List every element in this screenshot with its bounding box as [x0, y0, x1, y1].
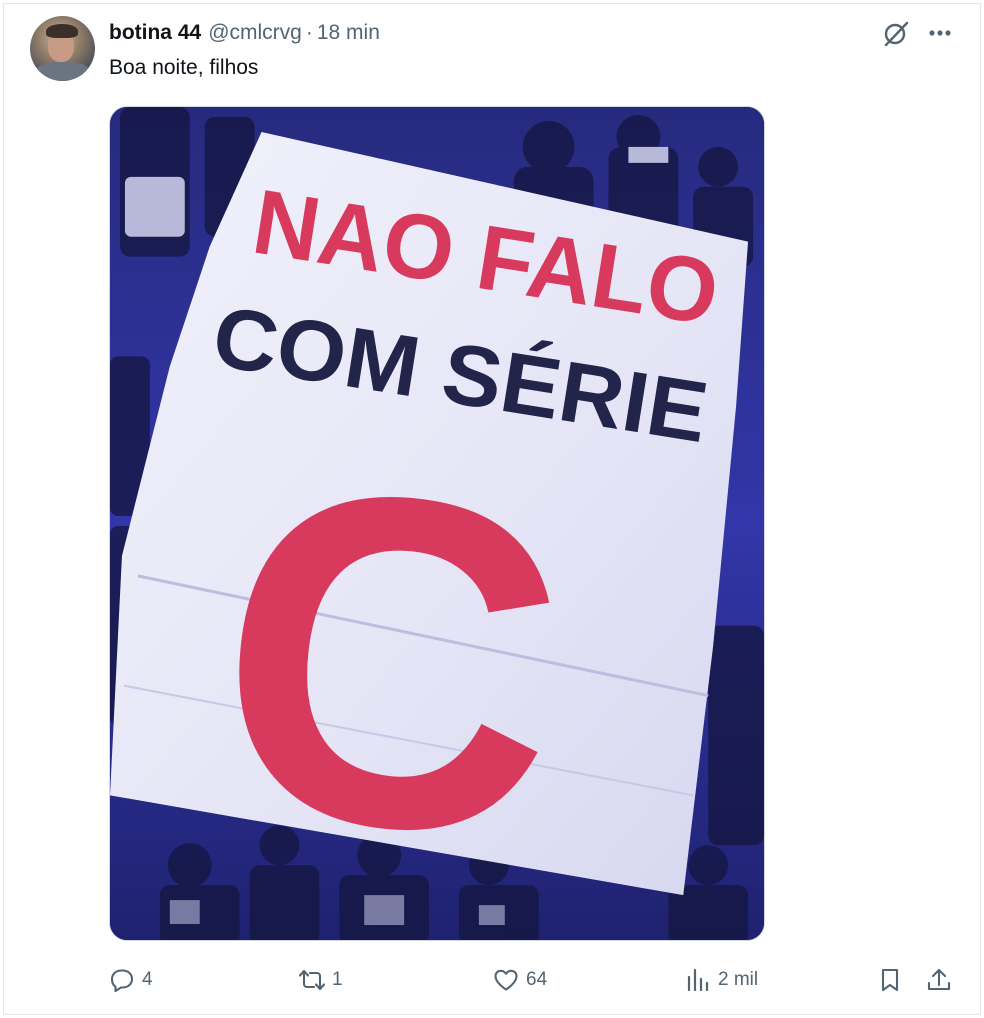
heart-icon [494, 969, 518, 991]
reply-button[interactable]: 4 [108, 962, 153, 998]
tweet-actions-bar: 4 1 64 2 mil [0, 962, 984, 998]
analytics-icon [687, 968, 709, 992]
author-handle[interactable]: @cmlcrvg [208, 21, 302, 45]
share-button[interactable] [925, 962, 953, 998]
grok-icon[interactable] [880, 18, 912, 48]
avatar[interactable] [30, 16, 95, 81]
repost-icon [298, 969, 326, 991]
repost-button[interactable]: 1 [298, 962, 343, 998]
avatar-shirt [34, 62, 92, 81]
repost-count: 1 [332, 969, 343, 990]
author-name[interactable]: botina 44 [109, 21, 201, 45]
share-icon [927, 968, 951, 991]
bookmark-icon [881, 968, 899, 992]
view-count: 2 mil [718, 969, 759, 990]
like-button[interactable]: 64 [492, 962, 547, 998]
tweet-text: Boa noite, filhos [109, 56, 259, 79]
like-count: 64 [526, 969, 548, 990]
separator-dot: · [305, 21, 313, 44]
bookmark-button[interactable] [876, 962, 904, 998]
reply-count: 4 [142, 969, 153, 990]
more-icon[interactable] [924, 18, 956, 48]
avatar-hair [46, 24, 78, 38]
tweet-media-image[interactable]: NAO FALO COM SÉRIE C [109, 106, 765, 941]
views-button[interactable]: 2 mil [684, 962, 758, 998]
tweet-time[interactable]: 18 min [317, 21, 380, 45]
tweet-header: botina 44 @cmlcrvg · 18 min [109, 20, 380, 46]
banner-big-letter: C [194, 385, 585, 940]
reply-icon [110, 969, 134, 993]
